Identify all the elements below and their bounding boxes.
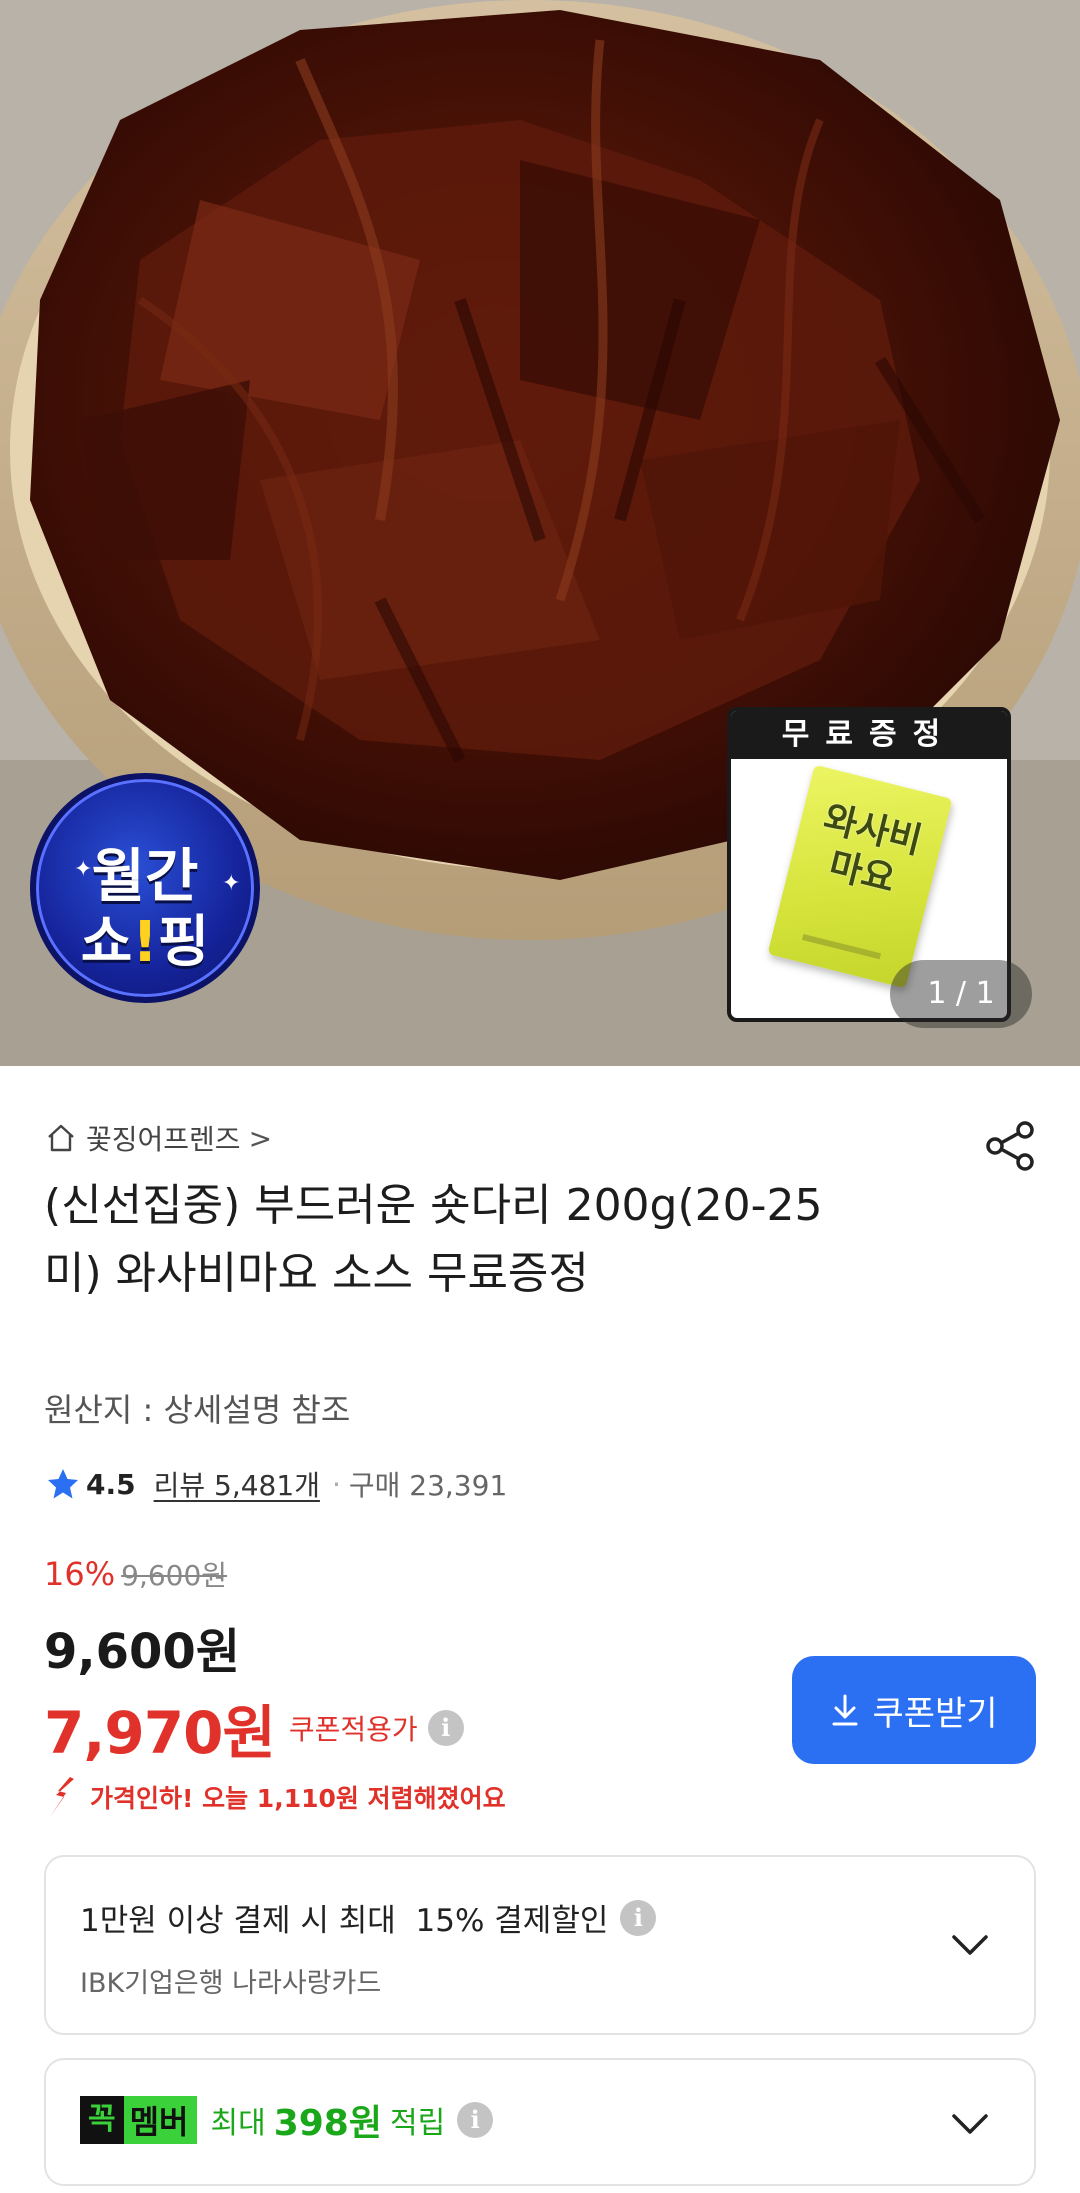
star-icon bbox=[48, 1469, 78, 1499]
coupon-price-row: 7,970원 쿠폰적용가 i bbox=[44, 1686, 464, 1770]
monthly-shopping-badge: ✦ ✦ 월간 쇼!핑 bbox=[30, 773, 260, 1003]
member-points-panel[interactable]: 꼭 멤버 최대 398원 적립 i bbox=[44, 2058, 1036, 2186]
card-discount-bank: IBK기업은행 나라사랑카드 bbox=[80, 1968, 382, 1999]
product-image[interactable]: ✦ ✦ 월간 쇼!핑 무료증정 와사비마요 1 / 1 bbox=[0, 0, 1080, 1066]
coupon-price: 7,970원 bbox=[44, 1699, 276, 1767]
chevron-down-icon[interactable] bbox=[950, 2112, 990, 2136]
download-icon bbox=[832, 1694, 858, 1726]
separator-dot: · bbox=[331, 1467, 341, 1501]
price-drop-icon bbox=[50, 1777, 74, 1817]
rating-score: 4.5 bbox=[86, 1467, 136, 1501]
original-price: 9,600원 bbox=[121, 1559, 228, 1592]
price-drop-notice: 가격인하! 오늘 1,110원 저렴해졌어요 bbox=[44, 1775, 506, 1819]
share-icon[interactable] bbox=[983, 1118, 1039, 1174]
info-icon[interactable]: i bbox=[427, 1710, 464, 1746]
chevron-right-icon: > bbox=[248, 1121, 273, 1155]
sauce-sachet: 와사비마요 bbox=[767, 764, 953, 989]
discount-percent: 16% bbox=[44, 1555, 116, 1593]
home-icon bbox=[48, 1124, 74, 1152]
rating-row: 4.5 리뷰 5,481개 · 구매 23,391 bbox=[46, 1462, 507, 1506]
member-points: 398원 bbox=[273, 2103, 382, 2144]
sachet-label: 와사비마요 bbox=[819, 798, 926, 901]
sale-price: 9,600원 bbox=[44, 1624, 240, 1680]
discount-row: 16% 9,600원 bbox=[44, 1554, 227, 1594]
card-discount-main: 1만원 이상 결제 시 최대 15% 결제할인 i bbox=[80, 1895, 657, 1940]
coupon-price-label: 쿠폰적용가 bbox=[288, 1713, 418, 1746]
member-points-row: 꼭 멤버 최대 398원 적립 i bbox=[80, 2094, 494, 2146]
free-gift-label: 무료증정 bbox=[731, 711, 1007, 759]
card-discount-panel[interactable]: 1만원 이상 결제 시 최대 15% 결제할인 i IBK기업은행 나라사랑카드 bbox=[44, 1855, 1036, 2035]
get-coupon-button[interactable]: 쿠폰받기 bbox=[792, 1656, 1036, 1764]
member-suffix: 적립 bbox=[389, 2106, 446, 2141]
member-logo: 꼭 멤버 bbox=[80, 2096, 197, 2144]
purchase-count: 구매 23,391 bbox=[348, 1469, 508, 1502]
info-icon[interactable]: i bbox=[620, 1899, 657, 1936]
origin-info: 원산지 : 상세설명 참조 bbox=[44, 1391, 351, 1429]
card-discount-text: 1만원 이상 결제 시 최대 15% 결제할인 bbox=[80, 1903, 609, 1939]
info-icon[interactable]: i bbox=[457, 2102, 494, 2138]
get-coupon-label: 쿠폰받기 bbox=[872, 1693, 998, 1734]
product-title: (신선집중) 부드러운 숏다리 200g(20-25미) 와사비마요 소스 무료… bbox=[44, 1180, 823, 1299]
store-link[interactable]: 꽃징어프렌즈 > bbox=[46, 1118, 272, 1158]
badge-text-line2: 쇼!핑 bbox=[80, 910, 210, 975]
image-pager: 1 / 1 bbox=[890, 960, 1032, 1028]
chevron-down-icon[interactable] bbox=[950, 1933, 990, 1957]
review-count-link[interactable]: 리뷰 5,481개 bbox=[154, 1464, 320, 1504]
store-name: 꽃징어프렌즈 bbox=[86, 1123, 241, 1156]
member-prefix: 최대 bbox=[210, 2106, 266, 2141]
price-drop-text: 가격인하! 오늘 1,110원 저렴해졌어요 bbox=[90, 1784, 506, 1813]
